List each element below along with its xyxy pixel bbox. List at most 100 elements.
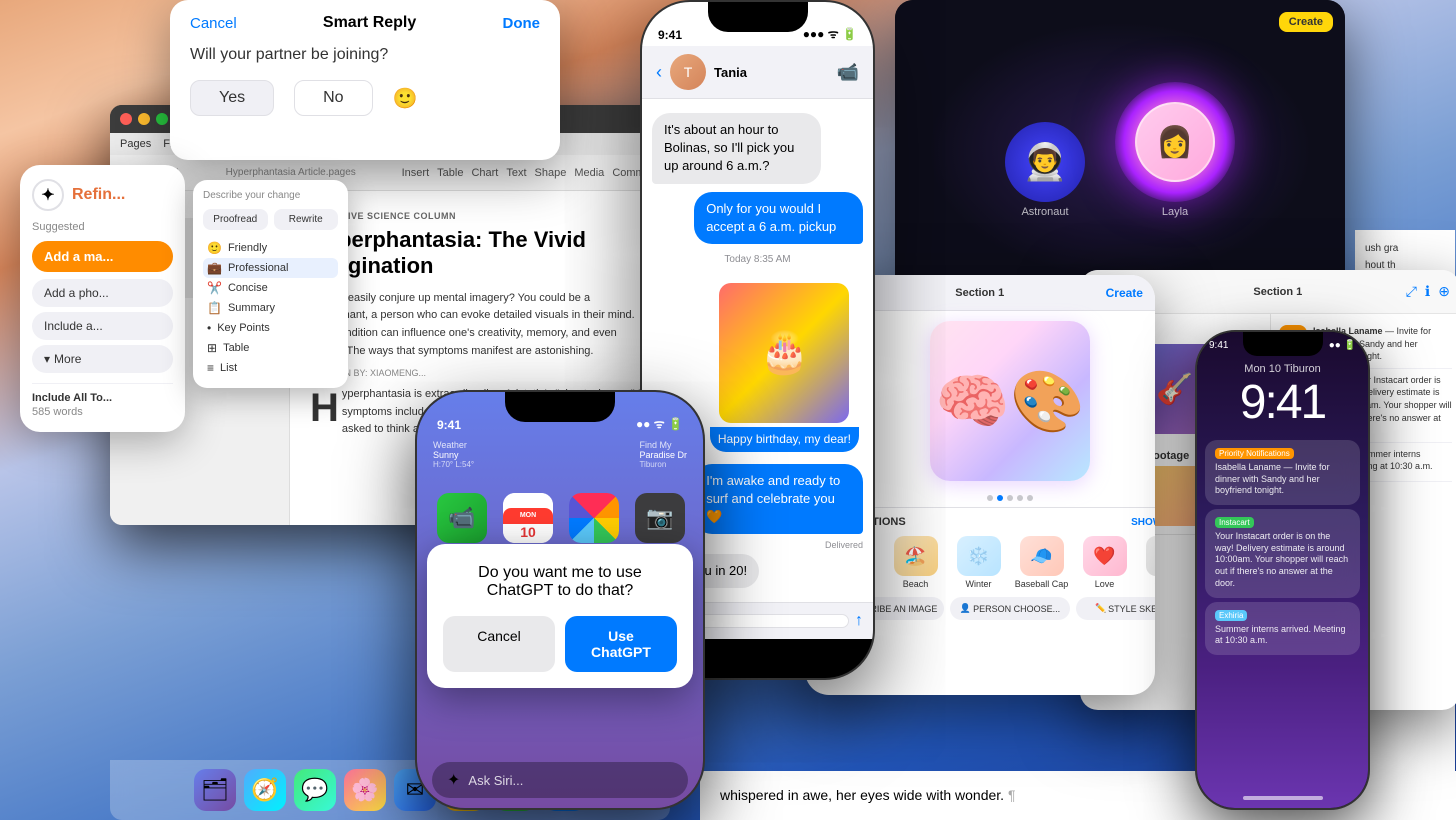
wt-table[interactable]: ⊞Table <box>203 338 338 358</box>
lock-notif-3: Exhiria Summer interns arrived. Meeting … <box>1205 602 1360 655</box>
dot-4 <box>1017 495 1023 501</box>
generated-brain-image: 🧠🎨 <box>930 321 1090 481</box>
dock-messages[interactable]: 💬 <box>294 769 336 811</box>
video-call-icon[interactable]: 📹 <box>837 62 859 83</box>
back-arrow-icon[interactable]: ‹ <box>656 62 662 83</box>
siri-bar[interactable]: ✦ Ask Siri... <box>432 762 688 798</box>
wt-proofread-btn[interactable]: Proofread <box>203 209 268 230</box>
findmy-city: Tiburon <box>639 460 687 469</box>
lock-notif-body-2: Your Instacart order is on the way! Deli… <box>1215 531 1350 589</box>
lock-notif-header-2: Instacart <box>1215 517 1350 528</box>
findmy-widget: Find My Paradise Dr Tiburon <box>639 440 687 469</box>
ai-logo: ✦ <box>32 179 64 211</box>
msg-4: I'm awake and ready to surf and celebrat… <box>694 464 863 535</box>
photos-petals <box>569 493 619 543</box>
wt-concise[interactable]: ✂️Concise <box>203 278 338 298</box>
cal-top: MON <box>503 508 553 524</box>
reply-no[interactable]: No <box>294 80 372 116</box>
close-dot[interactable] <box>120 113 132 125</box>
dot-1 <box>987 495 993 501</box>
sugg-baseball-cap[interactable]: 🧢 Baseball Cap <box>1014 536 1069 589</box>
bottom-text-content: whispered in awe, her eyes wide with won… <box>720 787 1004 803</box>
lock-notif-body-3: Summer interns arrived. Meeting at 10:30… <box>1215 624 1350 647</box>
send-icon[interactable]: ↑ <box>855 612 863 630</box>
info-icon[interactable]: ℹ <box>1425 283 1430 300</box>
sketch-icon: ✏️ <box>1095 603 1106 614</box>
add-map-btn[interactable]: Add a ma... <box>32 241 173 272</box>
more-btn[interactable]: ▾ More <box>32 345 173 373</box>
chatgpt-use-btn[interactable]: Use ChatGPT <box>565 616 677 672</box>
toolbar-chart[interactable]: Chart <box>471 167 498 179</box>
calendar-icon: MON 10 <box>503 493 553 543</box>
include-btn[interactable]: Include a... <box>32 312 173 340</box>
add-photo-btn[interactable]: Add a pho... <box>32 279 173 307</box>
keypoints-icon: • <box>207 321 211 335</box>
findmy-location: Paradise Dr <box>639 450 687 460</box>
astro-scene: 👨‍🚀 Astronaut 👩 Layla <box>1005 82 1235 218</box>
dropcap-letter: H <box>310 388 339 428</box>
contact-avatar: T <box>670 54 706 90</box>
messages-notch <box>708 2 808 32</box>
sketch-label: STYLE SKETCH <box>1108 604 1155 614</box>
article-body: Do you easily conjure up mental imagery?… <box>310 290 650 360</box>
wt-keypoints[interactable]: • Key Points <box>203 318 338 338</box>
person-choose-btn[interactable]: 👤 PERSON CHOOSE... <box>950 597 1069 620</box>
create-btn[interactable]: Create <box>1106 286 1143 300</box>
weather-label: Weather <box>433 440 474 450</box>
reply-yes[interactable]: Yes <box>190 80 274 116</box>
dock-safari[interactable]: 🧭 <box>244 769 286 811</box>
article-byline: WRITTEN BY: XIAOMENG... <box>310 368 650 378</box>
photos-icon <box>569 493 619 543</box>
line-1: ush gra <box>1365 240 1445 257</box>
winter-icon: ❄️ <box>957 536 1001 576</box>
chatgpt-cancel-btn[interactable]: Cancel <box>443 616 555 672</box>
toolbar-media[interactable]: Media <box>574 167 604 179</box>
weather-widget: Weather Sunny H:70° L:54° <box>433 440 474 469</box>
avatar-glow: 👩 <box>1115 82 1235 202</box>
siri-placeholder: Ask Siri... <box>468 773 523 788</box>
lock-notif-app-3: Exhiria <box>1215 610 1247 621</box>
fullscreen-dot[interactable] <box>156 113 168 125</box>
wt-list[interactable]: ≡List <box>203 358 338 378</box>
smart-reply-cancel[interactable]: Cancel <box>190 15 237 32</box>
minimize-dot[interactable] <box>138 113 150 125</box>
lock-notif-2: Instacart Your Instacart order is on the… <box>1205 509 1360 597</box>
wt-summary[interactable]: 📋Summary <box>203 298 338 318</box>
sugg-winter[interactable]: ❄️ Winter <box>951 536 1006 589</box>
weather-temp: H:70° L:54° <box>433 460 474 469</box>
section-label: Section 1 <box>1253 286 1302 298</box>
msg-timestamp: Today 8:35 AM <box>652 254 863 265</box>
wt-table-label: Table <box>223 342 249 354</box>
person-icon: 👤 <box>960 603 971 614</box>
toolbar-text[interactable]: Text <box>506 167 526 179</box>
show-more-btn[interactable]: SHOW MORE <box>1131 517 1155 528</box>
toolbar-table[interactable]: Table <box>437 167 463 179</box>
style-sketch-btn[interactable]: ✏️ STYLE SKETCH <box>1076 597 1155 620</box>
toolbar-shape[interactable]: Shape <box>535 167 567 179</box>
expand-icon[interactable]: ⤢ <box>1406 283 1417 300</box>
create-button[interactable]: Create <box>1279 12 1333 32</box>
birthday-msg: Happy birthday, my dear! <box>710 427 859 452</box>
dock-finder[interactable]: 🗂 <box>194 769 236 811</box>
wt-professional[interactable]: 💼Professional <box>203 258 338 278</box>
dock-photos[interactable]: 🌸 <box>344 769 386 811</box>
toolbar-insert[interactable]: Insert <box>402 167 430 179</box>
menu-pages[interactable]: Pages <box>120 138 151 150</box>
winter-label: Winter <box>965 579 991 589</box>
wt-friendly[interactable]: 🙂Friendly <box>203 238 338 258</box>
avatar-inner: 👩 <box>1135 102 1215 182</box>
sugg-crowe[interactable]: 🐦 Crowe <box>1140 536 1155 589</box>
more-icon[interactable]: ⊕ <box>1438 283 1450 300</box>
smart-reply-done[interactable]: Done <box>502 15 540 32</box>
dot-2 <box>997 495 1003 501</box>
dot-5 <box>1027 495 1033 501</box>
chatgpt-modal-title: Do you want me to use ChatGPT to do that… <box>443 564 677 600</box>
sugg-beach[interactable]: 🏖️ Beach <box>888 536 943 589</box>
astronaut-icon: 👨‍🚀 <box>1005 122 1085 202</box>
wt-rewrite-btn[interactable]: Rewrite <box>274 209 339 230</box>
emoji-face-icon[interactable]: 🙂 <box>393 86 418 111</box>
article-title: Hyperphantasia: The Vivid Imagination <box>310 227 650 280</box>
sugg-love[interactable]: ❤️ Love <box>1077 536 1132 589</box>
wt-keypoints-label: Key Points <box>217 322 270 334</box>
astronaut-label: Astronaut <box>1021 206 1068 218</box>
